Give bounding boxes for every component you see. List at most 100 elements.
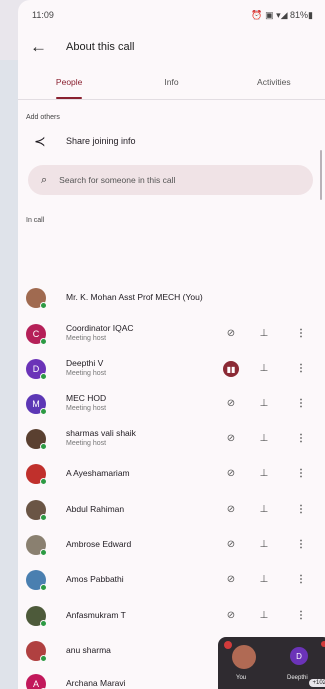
pin-icon[interactable]: ⊥ <box>256 398 272 409</box>
participant-name: anu sharma <box>66 645 111 655</box>
search-icon: ⌕ <box>41 173 48 186</box>
online-indicator <box>40 338 47 345</box>
participant-row[interactable]: D Deepthi V Meeting host ▮▮ ⊥ ⋮ <box>18 356 325 382</box>
more-options-icon[interactable]: ⋮ <box>293 398 309 409</box>
participant-info: Ambrose Edward <box>66 539 131 549</box>
share-icon: ≺ <box>34 132 46 149</box>
pin-icon[interactable]: ⊥ <box>256 363 272 374</box>
mic-muted-icon[interactable]: ⊘ <box>223 504 239 515</box>
pin-icon[interactable]: ⊥ <box>256 328 272 339</box>
participant-avatar: D <box>290 647 308 665</box>
participant-info: anu sharma <box>66 645 111 655</box>
participant-row[interactable]: M MEC HOD Meeting host ⊘ ⊥ ⋮ <box>18 391 325 417</box>
mic-muted-icon[interactable]: ⊘ <box>223 574 239 585</box>
scrollbar[interactable] <box>320 150 322 200</box>
participant-count-badge: +102 <box>309 679 325 687</box>
participant-row[interactable]: C Coordinator IQAC Meeting host ⊘ ⊥ ⋮ <box>18 321 325 347</box>
avatar <box>26 288 47 309</box>
more-options-icon[interactable]: ⋮ <box>293 433 309 444</box>
online-indicator <box>40 620 47 627</box>
tab-people[interactable]: People <box>18 64 120 99</box>
participant-name: sharmas vali shaik <box>66 428 136 438</box>
back-arrow-icon[interactable]: ← <box>30 37 48 57</box>
participant-name: Abdul Rahiman <box>66 504 125 514</box>
share-joining-info-button[interactable]: ≺ Share joining info <box>18 121 325 161</box>
online-indicator <box>40 549 47 556</box>
pin-icon[interactable]: ⊥ <box>256 574 272 585</box>
participant-role: Meeting host <box>66 335 107 342</box>
pin-icon[interactable]: ⊥ <box>256 539 272 550</box>
pin-icon[interactable]: ⊥ <box>256 468 272 479</box>
pin-icon[interactable]: ⊥ <box>256 504 272 515</box>
avatar <box>26 464 47 485</box>
pin-icon[interactable]: ⊥ <box>256 610 272 621</box>
mic-muted-icon[interactable]: ⊘ <box>223 398 239 409</box>
tab-activities[interactable]: Activities <box>223 64 325 99</box>
tab-info[interactable]: Info <box>120 64 222 99</box>
online-indicator <box>40 514 47 521</box>
tab-label: People <box>55 76 83 87</box>
online-indicator <box>40 584 47 591</box>
participant-name: Mr. K. Mohan Asst Prof MECH (You) <box>66 292 203 302</box>
tab-label: Activities <box>257 76 291 87</box>
status-time: 11:09 <box>32 10 54 20</box>
mic-muted-icon[interactable]: ⊘ <box>223 539 239 550</box>
participant-name: Amos Pabbathi <box>66 574 124 584</box>
participant-name: Anfasmukram T <box>66 610 126 620</box>
participant-name: Archana Maravi <box>66 678 126 688</box>
participant-name: A Ayeshamariam <box>66 468 130 478</box>
pin-icon[interactable]: ⊥ <box>256 433 272 444</box>
background-panel <box>0 60 20 689</box>
participant-row[interactable]: A Ayeshamariam ⊘ ⊥ ⋮ <box>18 461 325 487</box>
participant-row[interactable]: Abdul Rahiman ⊘ ⊥ ⋮ <box>18 497 325 523</box>
participant-row[interactable]: Amos Pabbathi ⊘ ⊥ ⋮ <box>18 567 325 593</box>
participant-row[interactable]: Ambrose Edward ⊘ ⊥ ⋮ <box>18 532 325 558</box>
more-options-icon[interactable]: ⋮ <box>293 610 309 621</box>
online-indicator <box>40 655 47 662</box>
participant-role: Meeting host <box>66 370 107 377</box>
participant-role: Meeting host <box>66 440 107 447</box>
mic-muted-icon[interactable]: ⊘ <box>223 433 239 444</box>
participant-role: Meeting host <box>66 405 107 412</box>
self-avatar <box>232 645 256 669</box>
participant-info: Deepthi V Meeting host <box>66 358 106 377</box>
avatar: C <box>26 324 47 345</box>
participant-row[interactable]: sharmas vali shaik Meeting host ⊘ ⊥ ⋮ <box>18 426 325 452</box>
participant-name: MEC HOD <box>66 393 107 403</box>
participant-name: Deepthi V <box>66 358 104 368</box>
avatar <box>26 535 47 556</box>
participant-row[interactable]: Mr. K. Mohan Asst Prof MECH (You) <box>18 285 325 311</box>
search-input[interactable]: ⌕ Search for someone in this call <box>28 165 313 195</box>
participant-info: Amos Pabbathi <box>66 574 124 584</box>
share-label: Share joining info <box>66 136 136 146</box>
page-title: About this call <box>66 41 135 53</box>
more-options-icon[interactable]: ⋮ <box>293 504 309 515</box>
self-label: You <box>236 675 247 681</box>
more-options-icon[interactable]: ⋮ <box>293 468 309 479</box>
more-options-icon[interactable]: ⋮ <box>293 574 309 585</box>
participant-info: Archana Maravi <box>66 678 126 688</box>
mic-muted-icon[interactable]: ⊘ <box>223 328 239 339</box>
participant-info: A Ayeshamariam <box>66 468 130 478</box>
tab-bar: People Info Activities <box>18 64 325 100</box>
more-options-icon[interactable]: ⋮ <box>293 363 309 374</box>
participant-info: MEC HOD Meeting host <box>66 393 106 412</box>
picture-in-picture-preview[interactable]: You D Deepthi +102 <box>218 637 325 689</box>
avatar: D <box>26 359 47 380</box>
more-options-icon[interactable]: ⋮ <box>293 539 309 550</box>
recording-dot-icon <box>224 641 232 649</box>
more-options-icon[interactable]: ⋮ <box>293 328 309 339</box>
participant-name: Coordinator IQAC <box>66 323 134 333</box>
participant-info: Abdul Rahiman <box>66 504 124 514</box>
online-indicator <box>40 408 47 415</box>
online-indicator <box>40 443 47 450</box>
mic-muted-icon[interactable]: ⊘ <box>223 468 239 479</box>
participant-row[interactable]: Anfasmukram T ⊘ ⊥ ⋮ <box>18 603 325 629</box>
participant-info: Coordinator IQAC Meeting host <box>66 323 134 342</box>
participant-info: sharmas vali shaik Meeting host <box>66 428 136 447</box>
speaking-indicator-icon[interactable]: ▮▮ <box>223 361 239 377</box>
mic-muted-icon[interactable]: ⊘ <box>223 610 239 621</box>
in-call-label: In call <box>26 217 45 224</box>
online-indicator <box>40 373 47 380</box>
about-call-sheet: 11:09 ⏰ ▣ ▾◢ 81%▮ ← About this call Peop… <box>18 0 325 689</box>
